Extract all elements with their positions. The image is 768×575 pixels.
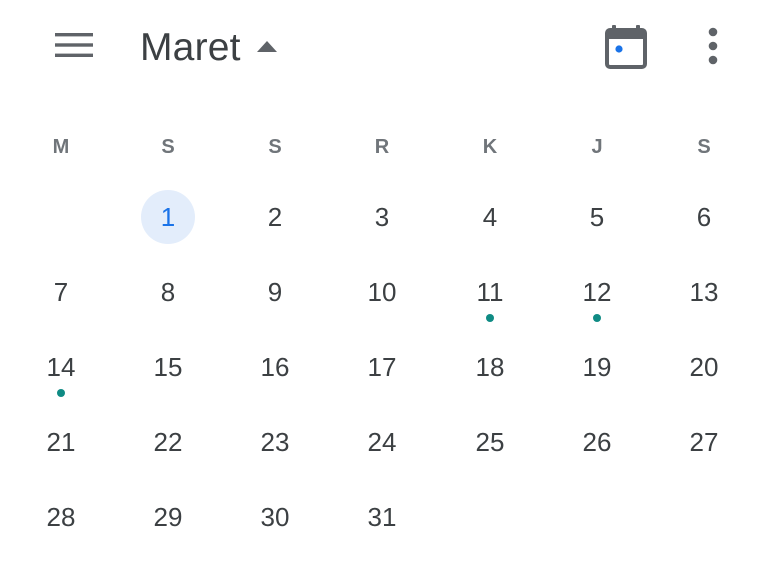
calendar-header: Maret [0,0,768,95]
menu-button[interactable] [51,28,97,64]
month-selector[interactable]: Maret [140,20,277,76]
day-cell[interactable]: 7 [31,262,91,322]
day-number: 25 [475,427,505,457]
day-number: 27 [689,427,719,457]
day-cell[interactable]: 22 [138,412,198,472]
calendar-today-icon [605,25,647,69]
day-cell[interactable]: 14 [31,337,91,397]
day-number: 17 [367,352,397,382]
day-number: 16 [260,352,290,382]
day-number: 9 [267,277,283,307]
weekday-label: K [482,136,498,158]
hamburger-menu-icon [55,33,93,57]
day-number: 6 [696,202,712,232]
month-title: Maret [140,26,241,69]
weekday-header-row: MSSRKJS [0,130,768,164]
weekday-label: J [591,136,603,158]
day-number: 31 [367,502,397,532]
day-number: 4 [482,202,498,232]
day-number: 19 [582,352,612,382]
day-number: 20 [689,352,719,382]
day-number: 14 [46,352,76,382]
day-number: 24 [367,427,397,457]
more-options-button[interactable] [693,22,733,72]
day-number: 18 [475,352,505,382]
day-cell[interactable]: 11 [460,262,520,322]
day-number: 22 [153,427,183,457]
day-cell[interactable]: 12 [567,262,627,322]
day-number: 13 [689,277,719,307]
day-cell[interactable]: 25 [460,412,520,472]
day-cell[interactable]: 10 [352,262,412,322]
day-cell[interactable]: 15 [138,337,198,397]
day-cell[interactable]: 3 [352,187,412,247]
weekday-label: S [268,136,282,158]
day-number: 15 [153,352,183,382]
today-button[interactable] [601,22,651,72]
caret-up-icon [256,41,277,52]
day-number: 1 [160,202,176,232]
day-cell[interactable]: 13 [674,262,734,322]
day-cell[interactable]: 5 [567,187,627,247]
day-cell[interactable]: 28 [31,487,91,547]
weekday-label: R [374,136,390,158]
day-number: 11 [476,277,504,307]
day-cell[interactable]: 30 [245,487,305,547]
day-cell[interactable]: 27 [674,412,734,472]
day-cell[interactable]: 9 [245,262,305,322]
day-cell[interactable]: 23 [245,412,305,472]
day-number: 23 [260,427,290,457]
day-number: 30 [260,502,290,532]
day-number: 5 [589,202,605,232]
day-number: 7 [53,277,69,307]
day-number: 21 [46,427,76,457]
day-cell[interactable]: 6 [674,187,734,247]
day-cell[interactable]: 4 [460,187,520,247]
day-number: 8 [160,277,176,307]
event-indicator-dot [57,389,65,397]
day-cell[interactable]: 21 [31,412,91,472]
day-cell[interactable]: 20 [674,337,734,397]
day-number: 12 [582,277,612,307]
day-number: 29 [153,502,183,532]
day-cell[interactable]: 19 [567,337,627,397]
weekday-label: S [161,136,175,158]
event-indicator-dot [486,314,494,322]
weekday-label: M [52,136,70,158]
day-cell[interactable]: 17 [352,337,412,397]
day-cell[interactable]: 18 [460,337,520,397]
day-cell[interactable]: 2 [245,187,305,247]
event-indicator-dot [593,314,601,322]
day-number: 10 [367,277,397,307]
day-cell[interactable]: 8 [138,262,198,322]
month-grid: 1 2 3 4 5 6 7 8 9 10 11 12 13 14 15 16 17 18 19 20 21 22 23 24 2… [0,180,768,560]
day-number: 28 [46,502,76,532]
day-cell[interactable]: 16 [245,337,305,397]
day-cell[interactable]: 24 [352,412,412,472]
day-number: 26 [582,427,612,457]
day-cell[interactable]: 31 [352,487,412,547]
day-number: 3 [374,202,390,232]
day-cell[interactable]: 29 [138,487,198,547]
day-cell-selected[interactable]: 1 [138,187,198,247]
more-vert-icon [708,27,718,65]
weekday-label: S [697,136,711,158]
day-cell[interactable]: 26 [567,412,627,472]
day-number: 2 [267,202,283,232]
